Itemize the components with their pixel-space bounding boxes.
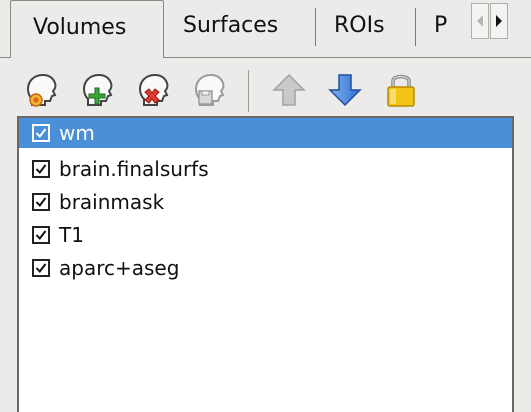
- tab-volumes-label: Volumes: [33, 15, 127, 40]
- save-volume-button[interactable]: [188, 64, 234, 116]
- layer-name: aparc+aseg: [59, 256, 180, 280]
- lock-button[interactable]: [378, 64, 424, 116]
- save-volume-icon: [194, 73, 225, 106]
- layer-name: T1: [59, 223, 84, 247]
- move-up-icon: [272, 73, 306, 106]
- tab-scroll-left-button[interactable]: [471, 3, 489, 39]
- checkmark-icon: [35, 197, 47, 208]
- list-item[interactable]: aparc+aseg: [19, 253, 512, 283]
- close-volume-button[interactable]: [132, 64, 178, 116]
- tab-bar: Volumes Surfaces ROIs P: [0, 0, 531, 58]
- new-volume-button[interactable]: [76, 64, 122, 116]
- layer-list[interactable]: wm brain.finalsurfs brainmask T1 aparc+a…: [17, 116, 514, 412]
- layer-toolbar: [8, 64, 523, 116]
- checkmark-icon: [35, 164, 47, 175]
- layer-visibility-checkbox[interactable]: [32, 160, 50, 178]
- move-up-button[interactable]: [266, 64, 312, 116]
- layer-visibility-checkbox[interactable]: [32, 259, 50, 277]
- tab-p-label: P: [434, 12, 448, 38]
- toolbar-separator: [248, 70, 249, 112]
- list-item[interactable]: brain.finalsurfs: [19, 154, 512, 184]
- arrow-right-icon: [496, 15, 502, 27]
- checkmark-icon: [35, 263, 47, 274]
- arrow-left-icon: [477, 15, 483, 27]
- layer-name: brain.finalsurfs: [59, 157, 209, 181]
- tab-rois-label: ROIs: [334, 12, 385, 38]
- list-item[interactable]: T1: [19, 220, 512, 250]
- move-down-icon: [328, 74, 362, 107]
- layer-visibility-checkbox[interactable]: [32, 124, 50, 142]
- load-volume-icon: [26, 73, 57, 107]
- tab-scroll-right-button[interactable]: [490, 3, 508, 39]
- lock-icon: [387, 74, 415, 107]
- new-volume-icon: [82, 73, 113, 106]
- checkmark-icon: [35, 128, 47, 139]
- tab-surfaces-label: Surfaces: [183, 12, 279, 38]
- list-item[interactable]: brainmask: [19, 187, 512, 217]
- tab-surfaces[interactable]: Surfaces: [164, 0, 315, 50]
- layer-name: brainmask: [59, 190, 165, 214]
- move-down-button[interactable]: [322, 64, 368, 116]
- list-item[interactable]: wm: [19, 118, 512, 148]
- tab-rois[interactable]: ROIs: [315, 0, 415, 50]
- layer-name: wm: [59, 121, 95, 145]
- load-volume-button[interactable]: [20, 64, 66, 116]
- layer-visibility-checkbox[interactable]: [32, 226, 50, 244]
- layer-visibility-checkbox[interactable]: [32, 193, 50, 211]
- tab-volumes[interactable]: Volumes: [10, 0, 164, 58]
- checkmark-icon: [35, 230, 47, 241]
- close-volume-icon: [138, 73, 169, 106]
